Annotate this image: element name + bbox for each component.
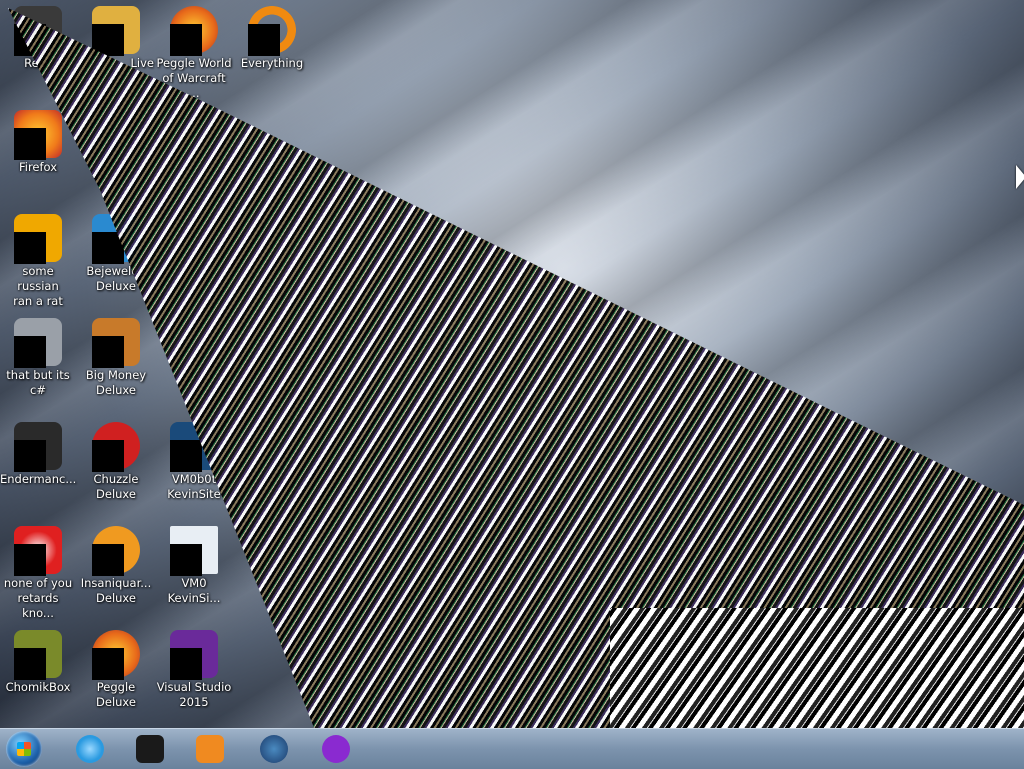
file-icon bbox=[170, 526, 218, 576]
app-icon bbox=[92, 6, 140, 56]
icon-label: ChomikBox bbox=[5, 680, 71, 694]
icon-label: Endermanc... bbox=[0, 472, 77, 486]
start-button[interactable] bbox=[6, 731, 42, 767]
icon-label: some russian ran a rat bbox=[13, 264, 63, 308]
desktop-icon-chomikbox[interactable]: ChomikBox bbox=[0, 630, 76, 695]
desktop-icon-none-of-you[interactable]: none of you retards kno... bbox=[0, 526, 76, 621]
icon-label: Big Money Deluxe bbox=[85, 368, 147, 397]
mouse-cursor-icon bbox=[1016, 165, 1024, 189]
taskbar-terminal-button[interactable] bbox=[124, 731, 176, 767]
icon-label: that but its c# bbox=[6, 368, 70, 397]
peggle-icon bbox=[170, 6, 218, 56]
firefox-icon bbox=[14, 110, 62, 160]
globe-icon bbox=[260, 735, 288, 763]
media-player-icon bbox=[196, 735, 224, 763]
copy-icon bbox=[14, 318, 62, 368]
icon-label: Insaniquar... Deluxe bbox=[80, 576, 152, 605]
icon-label: Visual Studio 2015 bbox=[156, 680, 232, 709]
desktop-icon-russian-rat[interactable]: some russian ran a rat bbox=[0, 214, 76, 309]
money-bag-icon bbox=[92, 318, 140, 368]
mask-icon bbox=[322, 735, 350, 763]
terminal-icon bbox=[14, 422, 62, 472]
terminal-icon bbox=[136, 735, 164, 763]
icon-label: Peggle Deluxe bbox=[96, 680, 136, 709]
desktop-icon-visual-studio[interactable]: Visual Studio 2015 bbox=[156, 630, 232, 710]
icon-label: Firefox bbox=[18, 160, 58, 174]
chuzzle-icon bbox=[92, 422, 140, 472]
icon-label: Chuzzle Deluxe bbox=[93, 472, 139, 501]
desktop-icon-endermanch[interactable]: Endermanc... bbox=[0, 422, 76, 487]
desktop-icon-big-money[interactable]: Big Money Deluxe bbox=[78, 318, 154, 398]
fish-icon bbox=[92, 526, 140, 576]
desktop-icon-vm0-kevinsi[interactable]: VM0 KevinSi... bbox=[156, 526, 232, 606]
taskbar-ie-button[interactable] bbox=[64, 731, 116, 767]
icon-label: none of you retards kno... bbox=[3, 576, 73, 620]
windows-logo-icon bbox=[17, 742, 31, 756]
chomikbox-icon bbox=[14, 630, 62, 680]
taskbar-mask-button[interactable] bbox=[310, 731, 362, 767]
desktop-icon-csharp[interactable]: that but its c# bbox=[0, 318, 76, 398]
peggle-icon bbox=[92, 630, 140, 680]
app-icon bbox=[14, 214, 62, 264]
taskbar-media-button[interactable] bbox=[184, 731, 236, 767]
search-icon bbox=[248, 6, 296, 56]
desktop-icon-insaniquarium[interactable]: Insaniquar... Deluxe bbox=[78, 526, 154, 606]
desktop-icon-peggle-deluxe[interactable]: Peggle Deluxe bbox=[78, 630, 154, 710]
internet-explorer-icon bbox=[76, 735, 104, 763]
visual-studio-icon bbox=[170, 630, 218, 680]
taskbar bbox=[0, 728, 1024, 769]
icon-label: VM0 KevinSi... bbox=[167, 576, 221, 605]
desktop-icon-everything[interactable]: Everything bbox=[234, 6, 310, 71]
desktop-icon-chuzzle[interactable]: Chuzzle Deluxe bbox=[78, 422, 154, 502]
app-icon bbox=[14, 526, 62, 576]
icon-label: Everything bbox=[240, 56, 304, 70]
taskbar-globe-button[interactable] bbox=[248, 731, 300, 767]
